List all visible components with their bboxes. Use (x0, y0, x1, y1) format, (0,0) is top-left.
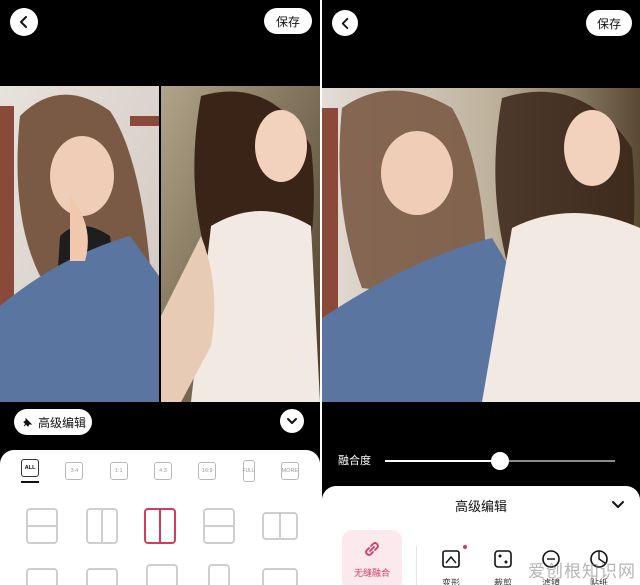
save-button[interactable]: 保存 (586, 10, 632, 36)
ratio-bar: ALL 3:4 1:1 4:3 16:9 FULL MORE (0, 450, 320, 492)
layout-divider (28, 525, 56, 527)
panel-title: 高级编辑 (454, 500, 507, 515)
collapse-panel-button[interactable] (608, 494, 628, 514)
ratio-option-1-1[interactable]: 1:1 (109, 462, 128, 480)
collapse-button[interactable] (280, 409, 304, 433)
left-screen: 保存 高级编辑 ALL 3:4 1:1 4:3 16:9 FULL MORE (0, 0, 320, 585)
chevron-down-icon (287, 418, 297, 424)
layout-divider (205, 525, 233, 527)
layout-option-horizontal-split-2[interactable] (203, 508, 235, 544)
blend-slider-row: 融合度 (322, 436, 640, 484)
save-button[interactable]: 保存 (264, 8, 312, 34)
ratio-label: 1:1 (109, 462, 128, 480)
new-badge-dot (463, 545, 467, 549)
ratio-label: FULL (242, 460, 255, 482)
tool-label: 变形 (441, 579, 460, 585)
blend-slider-fill (385, 460, 500, 462)
watermark-text: 爱创根知识网 (528, 562, 636, 582)
layout-divider (279, 514, 281, 538)
layout-option-row2-1[interactable] (26, 568, 58, 585)
layout-divider (159, 510, 161, 542)
pin-icon (23, 417, 33, 427)
link-icon (361, 538, 383, 560)
ratio-option-more[interactable]: MORE (280, 462, 299, 480)
chevron-left-icon (20, 16, 27, 28)
chevron-down-icon (612, 501, 624, 508)
tool-label: 无缝融合 (353, 569, 390, 579)
chevron-left-icon (341, 17, 348, 29)
tool-shape[interactable]: 变形 (440, 530, 467, 585)
ratio-option-3-4[interactable]: 3:4 (65, 462, 84, 480)
layout-option-vertical-split-selected[interactable] (144, 508, 176, 544)
layout-option-row2-3[interactable] (146, 564, 178, 585)
blended-photo[interactable] (322, 88, 640, 402)
tool-separator (416, 546, 417, 585)
ratio-label: 3:4 (65, 462, 84, 480)
ratio-label: 4:3 (153, 462, 172, 480)
layout-divider (101, 510, 103, 542)
back-button[interactable] (10, 8, 38, 36)
selected-indicator (21, 481, 40, 483)
ratio-label: MORE (280, 462, 299, 480)
blend-slider-track[interactable] (385, 452, 615, 470)
tool-seamless-blend[interactable]: 无缝融合 (342, 530, 402, 585)
layout-option-horizontal-split[interactable] (26, 508, 58, 544)
ratio-label: 16:9 (198, 462, 217, 480)
layout-option-row2-5[interactable] (262, 568, 298, 585)
advanced-edit-button[interactable]: 高级编辑 (14, 409, 92, 435)
ratio-option-all[interactable]: ALL (21, 459, 40, 483)
advanced-edit-panel: 高级编辑 无缝融合 变形 裁剪 滤镜 贴纸 爱创根知识网 (322, 486, 640, 585)
layout-option-row2-2[interactable] (86, 568, 118, 585)
blend-label: 融合度 (338, 454, 371, 467)
tool-label: 裁剪 (493, 579, 512, 585)
shape-icon (440, 545, 467, 570)
layout-option-vertical-split-2[interactable] (262, 512, 298, 540)
crop-icon (492, 548, 514, 570)
layout-grid (0, 492, 320, 585)
ratio-label: ALL (21, 459, 40, 477)
collage-photo-2[interactable] (161, 86, 320, 402)
ratio-option-4-3[interactable]: 4:3 (153, 462, 172, 480)
layout-option-row2-4[interactable] (208, 564, 230, 585)
layout-option-vertical-split[interactable] (86, 508, 118, 544)
ratio-option-full[interactable]: FULL (242, 460, 255, 482)
collage-photo-1[interactable] (0, 86, 159, 402)
blend-slider-thumb[interactable] (491, 452, 509, 470)
back-button[interactable] (332, 10, 358, 36)
advanced-edit-label: 高级编辑 (38, 415, 87, 430)
right-screen: 保存 融合度 高级编辑 无缝融合 变形 裁剪 滤镜 贴纸 爱创根知识网 (322, 0, 640, 585)
ratio-option-16-9[interactable]: 16:9 (198, 462, 217, 480)
tool-crop[interactable]: 裁剪 (492, 530, 514, 585)
